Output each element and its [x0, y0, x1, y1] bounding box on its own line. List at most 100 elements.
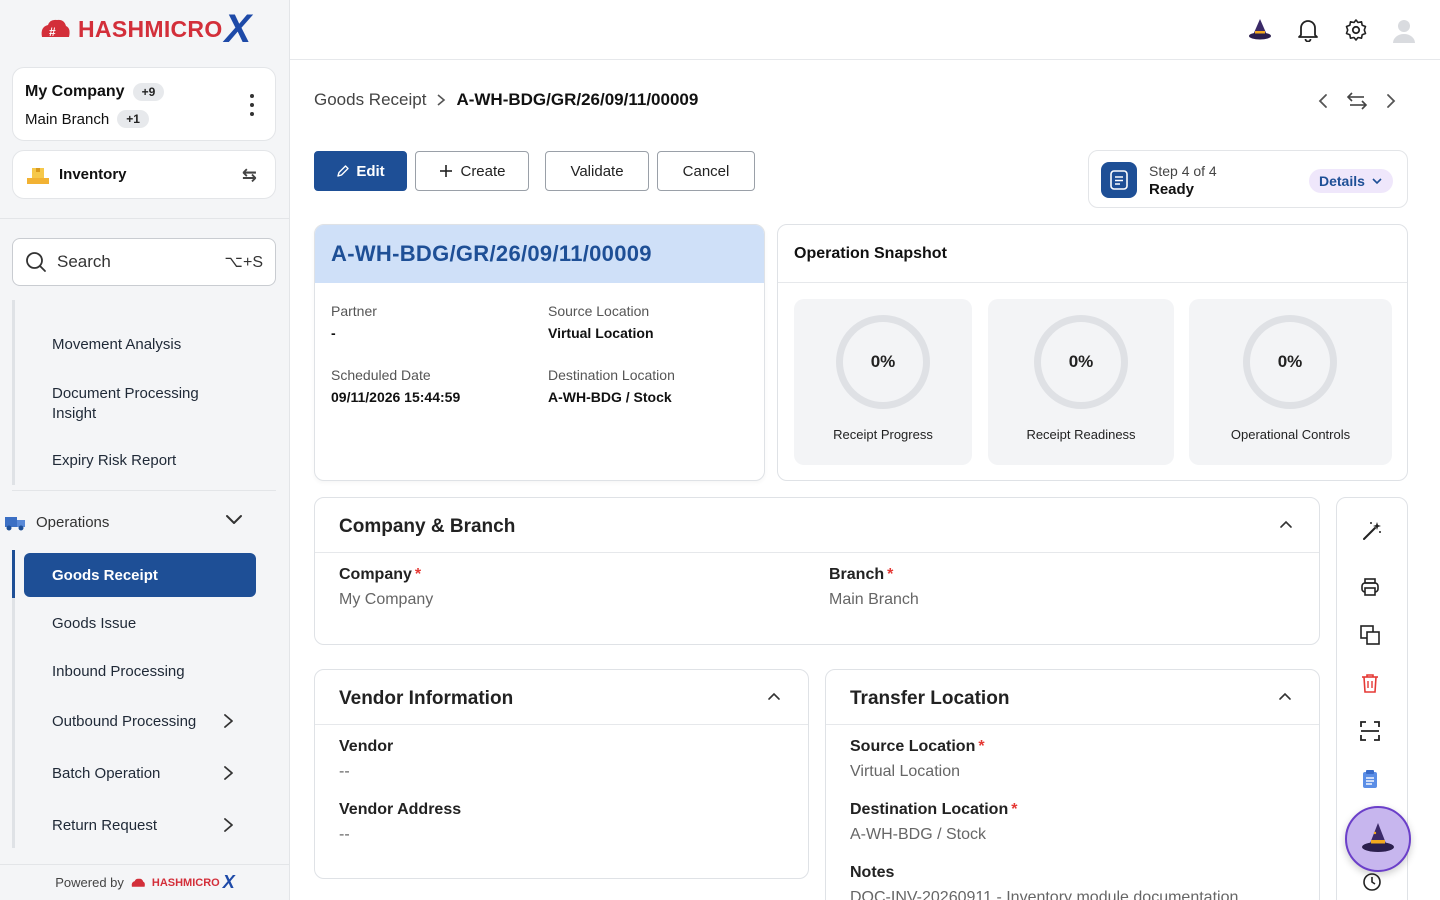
- notes-value[interactable]: DOC-INV-20260911 - Inventory module docu…: [850, 889, 1238, 900]
- source-location-field-value[interactable]: Virtual Location: [850, 763, 960, 781]
- partner-field: Partner -: [331, 303, 377, 341]
- company-field-value[interactable]: My Company: [339, 591, 433, 609]
- destination-location-field-value[interactable]: A-WH-BDG / Stock: [850, 826, 986, 844]
- divider: [778, 282, 1407, 283]
- history-icon[interactable]: [1361, 871, 1383, 893]
- source-location-field-label: Source Location *: [850, 738, 985, 755]
- chevron-right-icon[interactable]: [221, 818, 235, 832]
- vendor-field-value[interactable]: --: [339, 763, 350, 781]
- operations-label: Operations: [36, 513, 110, 531]
- sidebar-item-inbound-processing[interactable]: Inbound Processing: [52, 663, 185, 680]
- scheduled-date-value: 09/11/2026 15:44:59: [331, 389, 461, 405]
- sidebar-item-outbound-processing[interactable]: Outbound Processing: [52, 713, 196, 730]
- chevron-down-icon: [1372, 178, 1382, 185]
- section-title: Transfer Location: [850, 688, 1010, 709]
- duplicate-icon[interactable]: [1359, 624, 1381, 646]
- progress-ring: 0%: [836, 315, 930, 409]
- sidebar-item-movement-analysis[interactable]: Movement Analysis: [52, 336, 181, 353]
- metric-receipt-readiness: 0% Receipt Readiness: [988, 299, 1174, 465]
- sidebar-item-return-request[interactable]: Return Request: [52, 817, 157, 834]
- kebab-menu-icon[interactable]: [249, 94, 255, 116]
- source-location-label: Source Location: [548, 303, 650, 319]
- scan-icon[interactable]: [1359, 720, 1381, 742]
- branch-field-label: Branch *: [829, 566, 894, 583]
- branch-name: Main Branch: [25, 110, 110, 128]
- snapshot-title: Operation Snapshot: [794, 245, 947, 262]
- breadcrumb-current: A-WH-BDG/GR/26/09/11/00009: [456, 90, 699, 109]
- logo-mark-icon: #: [41, 19, 70, 39]
- metric-label: Operational Controls: [1230, 427, 1351, 442]
- trash-icon[interactable]: [1359, 672, 1381, 694]
- sidebar-item-batch-operation[interactable]: Batch Operation: [52, 765, 160, 782]
- next-record-icon[interactable]: [1384, 93, 1398, 109]
- divider: [0, 218, 290, 219]
- powered-by-footer: Powered by HASHMICRO X: [0, 864, 290, 900]
- search-input[interactable]: Search ⌥+S: [12, 238, 276, 286]
- sidebar-item-goods-issue[interactable]: Goods Issue: [52, 615, 136, 632]
- ai-assistant-button[interactable]: [1345, 806, 1411, 872]
- chevron-right-icon[interactable]: [221, 714, 235, 728]
- swap-icon[interactable]: ⇆: [242, 165, 257, 186]
- branch-field-value[interactable]: Main Branch: [829, 591, 919, 609]
- hashmicro-logo[interactable]: # HASHMICRO X: [38, 8, 251, 50]
- scheduled-date-label: Scheduled Date: [331, 367, 431, 383]
- cancel-button[interactable]: Cancel: [657, 151, 755, 191]
- breadcrumb-parent[interactable]: Goods Receipt: [314, 90, 426, 110]
- company-switcher[interactable]: My Company +9 Main Branch +1: [12, 67, 276, 141]
- destination-location-value: A-WH-BDG / Stock: [548, 389, 672, 405]
- sidebar-item-expiry-risk-report[interactable]: Expiry Risk Report: [52, 452, 176, 469]
- search-placeholder: Search: [57, 252, 111, 271]
- progress-ring: 0%: [1243, 315, 1337, 409]
- topbar: [290, 0, 1440, 60]
- search-shortcut: ⌥+S: [224, 254, 263, 271]
- metric-operational-controls: 0% Operational Controls: [1189, 299, 1392, 465]
- section-title: Company & Branch: [339, 516, 516, 537]
- workflow-step-card: Step 4 of 4 Ready Details: [1088, 150, 1408, 208]
- previous-record-icon[interactable]: [1316, 93, 1330, 109]
- chevron-down-icon[interactable]: [224, 512, 244, 526]
- bell-icon[interactable]: [1294, 16, 1322, 44]
- gear-icon[interactable]: [1342, 16, 1370, 44]
- details-button[interactable]: Details: [1309, 169, 1393, 193]
- vendor-information-section: Vendor Information Vendor -- Vendor Addr…: [314, 669, 809, 879]
- scheduled-date-field: Scheduled Date 09/11/2026 15:44:59: [331, 367, 460, 405]
- chevron-up-icon[interactable]: [767, 690, 781, 704]
- switch-record-icon[interactable]: [1346, 91, 1368, 111]
- wizard-hat-icon[interactable]: [1246, 16, 1274, 44]
- metric-receipt-progress: 0% Receipt Progress: [794, 299, 972, 465]
- search-icon: [26, 252, 46, 272]
- edit-button[interactable]: Edit: [314, 151, 407, 191]
- document-number: A-WH-BDG/GR/26/09/11/00009: [315, 225, 764, 283]
- nav-active-indicator: [12, 550, 15, 598]
- avatar[interactable]: [1390, 16, 1418, 44]
- printer-icon[interactable]: [1359, 576, 1381, 598]
- metric-label: Receipt Readiness: [1026, 427, 1136, 442]
- svg-text:#: #: [49, 25, 56, 39]
- divider: [315, 724, 808, 725]
- create-button[interactable]: Create: [415, 151, 529, 191]
- sidebar-item-goods-receipt[interactable]: Goods Receipt: [24, 553, 256, 597]
- brand-x: X: [224, 7, 252, 51]
- chevron-up-icon[interactable]: [1279, 518, 1293, 532]
- vendor-address-value[interactable]: --: [339, 826, 350, 844]
- source-location-field: Source Location Virtual Location: [548, 303, 654, 341]
- magic-wand-icon[interactable]: [1361, 520, 1383, 542]
- breadcrumb: Goods Receipt A-WH-BDG/GR/26/09/11/00009: [314, 90, 698, 110]
- notes-label: Notes: [850, 864, 895, 881]
- vendor-field-label: Vendor: [339, 738, 394, 755]
- powered-brand-x: X: [222, 872, 235, 892]
- step-text: Step 4 of 4: [1149, 163, 1217, 179]
- company-count-badge: +9: [132, 83, 165, 101]
- partner-label: Partner: [331, 303, 377, 319]
- chevron-right-icon[interactable]: [221, 766, 235, 780]
- sidebar-item-document-processing-insight[interactable]: Document Processing Insight: [52, 384, 222, 424]
- module-switcher[interactable]: Inventory ⇆: [12, 150, 276, 199]
- company-field-label: Company *: [339, 566, 422, 583]
- divider: [12, 490, 276, 491]
- operations-icon: [5, 517, 25, 531]
- validate-button[interactable]: Validate: [545, 151, 649, 191]
- edit-label: Edit: [356, 162, 385, 180]
- create-label: Create: [460, 162, 506, 180]
- chevron-up-icon[interactable]: [1278, 690, 1292, 704]
- clipboard-icon[interactable]: [1359, 768, 1381, 790]
